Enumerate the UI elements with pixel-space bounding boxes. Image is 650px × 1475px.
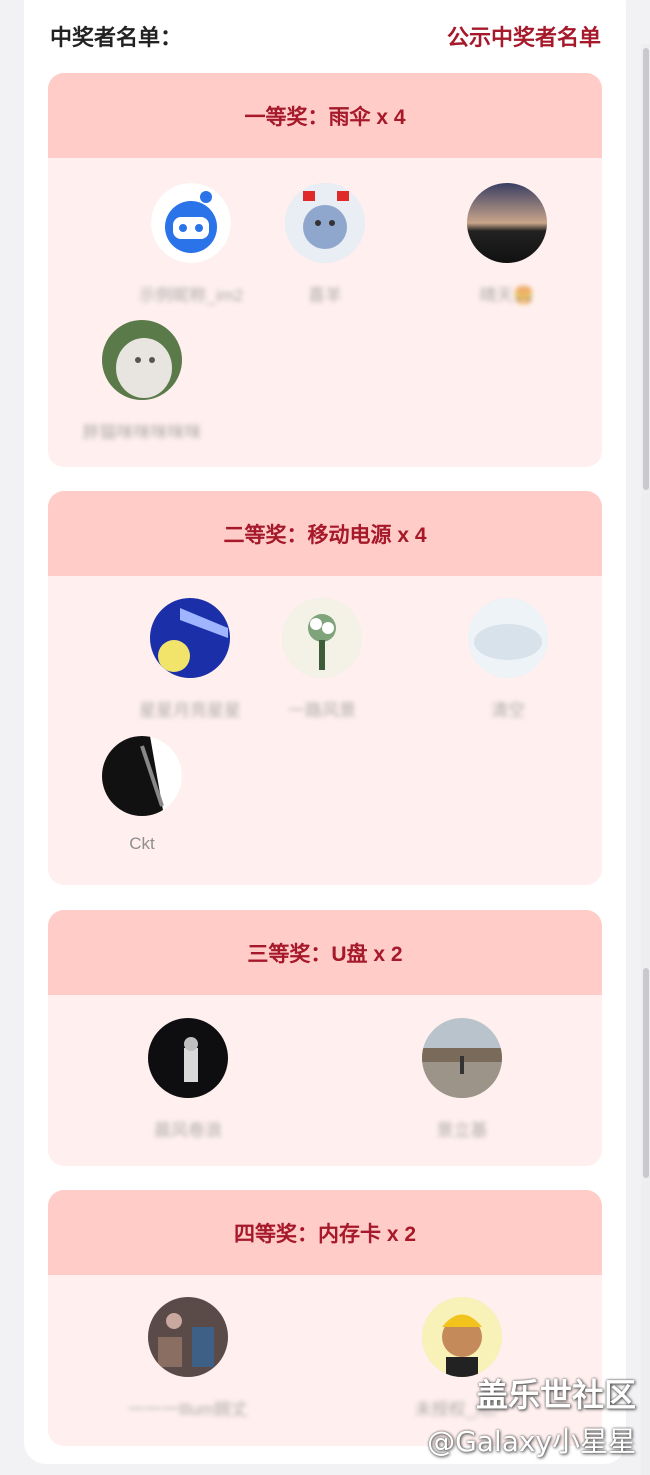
winner-name: 晴天🍔 (479, 286, 535, 305)
public-winners-link[interactable]: 公示中奖者名单 (447, 20, 601, 52)
winner-item[interactable]: 喜羊 (250, 183, 400, 306)
prize-card-second: 二等奖：移动电源 x 4 星星月亮星星 一路风景 清空 Ckt (48, 491, 602, 885)
bouquet-avatar[interactable] (282, 598, 362, 678)
prize-card-first: 一等奖：雨伞 x 4 示例昵称_im2 喜羊 晴天🍔 胖猫咪咪咪咪咪 (48, 73, 602, 467)
winner-name: 喜羊 (308, 286, 342, 305)
scrollbar-thumb-secondary[interactable] (643, 968, 649, 1178)
prize-title: 四等奖：内存卡 x 2 (48, 1190, 602, 1275)
winner-item[interactable]: 胖猫咪咪咪咪咪 (67, 320, 217, 443)
winner-name: 一路风景 (288, 701, 356, 720)
prize-title: 三等奖：U盘 x 2 (48, 910, 602, 995)
winner-name: 一一一lllum婉丈 (128, 1400, 248, 1419)
winner-item[interactable]: 晴天🍔 (432, 183, 582, 306)
winner-name: 未授权_用户 (414, 1400, 510, 1419)
cartoon-avatar[interactable] (285, 183, 365, 263)
plaza-avatar[interactable] (422, 1018, 502, 1098)
moon-avatar[interactable] (150, 598, 230, 678)
winner-name: 星星月亮星星 (139, 701, 241, 720)
winner-name: 示例昵称_im2 (138, 286, 244, 305)
winner-item[interactable]: 晨风卷浪 (113, 1018, 263, 1141)
winners-title: 中奖者名单： (50, 25, 183, 50)
winner-item[interactable]: 示例昵称_im2 (116, 183, 266, 306)
dark-avatar[interactable] (148, 1018, 228, 1098)
winner-name: 景立基 (436, 1121, 488, 1140)
winner-item[interactable]: 一一一lllum婉丈 (113, 1297, 263, 1420)
prize-title: 二等奖：移动电源 x 4 (48, 491, 602, 576)
prize-card-third: 三等奖：U盘 x 2 晨风卷浪 景立基 (48, 910, 602, 1166)
winner-item[interactable]: 未授权_用户 (387, 1297, 537, 1420)
winner-name: Ckt (129, 834, 155, 853)
robot-avatar[interactable] (151, 183, 231, 263)
sunset-avatar[interactable] (467, 183, 547, 263)
boy-avatar[interactable] (422, 1297, 502, 1377)
winner-item[interactable]: Ckt (67, 736, 217, 854)
winner-name: 胖猫咪咪咪咪咪 (82, 423, 202, 442)
winner-name: 清空 (491, 701, 525, 720)
winner-item[interactable]: 一路风景 (247, 598, 397, 721)
photo-avatar[interactable] (148, 1297, 228, 1377)
winner-item[interactable]: 景立基 (387, 1018, 537, 1141)
scrollbar-thumb[interactable] (643, 48, 649, 490)
winner-item[interactable]: 星星月亮星星 (115, 598, 265, 721)
cat-avatar[interactable] (102, 320, 182, 400)
winner-item[interactable]: 清空 (433, 598, 583, 721)
bw-avatar[interactable] (102, 736, 182, 816)
cloud-avatar[interactable] (468, 598, 548, 678)
winner-name: 晨风卷浪 (154, 1121, 222, 1140)
prize-title: 一等奖：雨伞 x 4 (48, 73, 602, 158)
prize-card-fourth: 四等奖：内存卡 x 2 一一一lllum婉丈 未授权_用户 (48, 1190, 602, 1446)
